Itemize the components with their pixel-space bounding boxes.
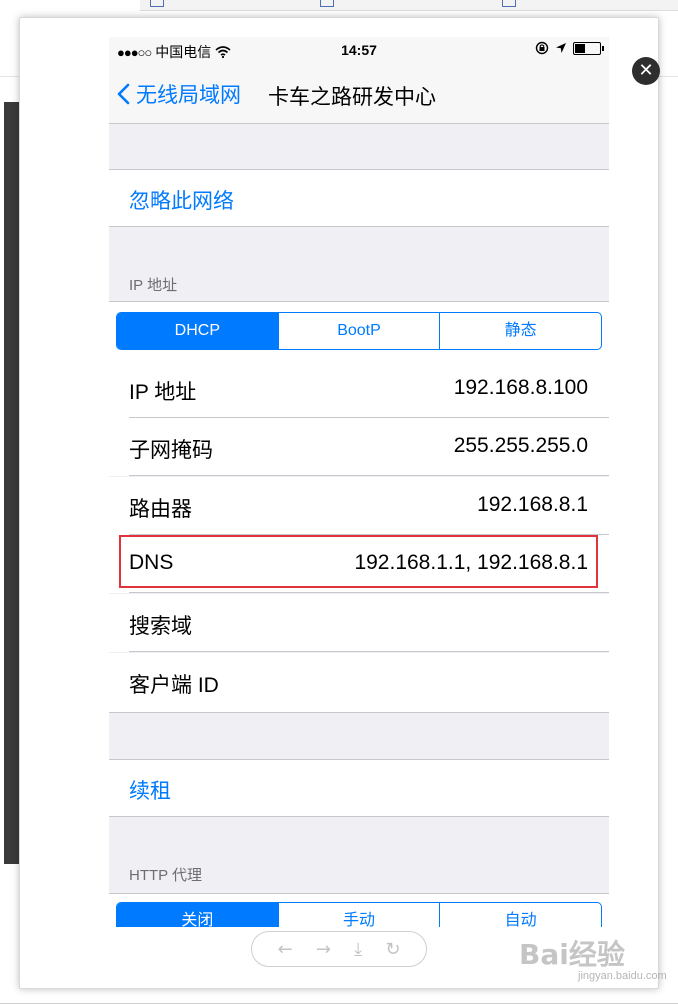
row-value: 192.168.8.100 — [453, 376, 588, 399]
phone-screenshot: ●●●○○ 中国电信 14:57 无线局域网 卡车之路研发中心 忽略此网络 IP… — [109, 37, 609, 927]
row-divider — [129, 651, 609, 652]
row-label: 子网掩码 — [129, 439, 213, 462]
segment-static[interactable]: 静态 — [439, 313, 601, 349]
dns-highlight-box — [119, 535, 598, 588]
forget-network-button[interactable]: 忽略此网络 — [129, 185, 234, 215]
row-ip-address: IP 地址 192.168.8.100 — [109, 360, 609, 418]
back-label: 无线局域网 — [136, 84, 241, 107]
row-router: 路由器 192.168.8.1 — [109, 477, 609, 535]
watermark-url: jingyan.baidu.com — [578, 970, 667, 982]
renew-lease-cell[interactable]: 续租 — [109, 759, 609, 817]
row-label: 路由器 — [129, 498, 192, 521]
chevron-left-icon — [117, 83, 130, 105]
row-client-id[interactable]: 客户端 ID — [109, 653, 609, 713]
page-title: 卡车之路研发中心 — [268, 86, 436, 109]
rotation-lock-icon — [535, 41, 549, 55]
viewer-toolbar: ← → ⤓ ↻ — [251, 931, 427, 967]
battery-icon — [573, 41, 604, 55]
baidu-watermark: Bai经验 — [519, 938, 625, 971]
status-bar: ●●●○○ 中国电信 14:57 — [109, 37, 609, 65]
http-proxy-header: HTTP 代理 — [129, 867, 203, 884]
segment-manual[interactable]: 手动 — [277, 903, 440, 927]
segment-dhcp[interactable]: DHCP — [117, 313, 278, 349]
background-divider — [0, 1003, 678, 1004]
back-button[interactable]: 无线局域网 — [117, 79, 241, 109]
background-sidebar — [4, 102, 20, 864]
download-icon[interactable]: ⤓ — [354, 939, 362, 960]
segment-off[interactable]: 关闭 — [117, 903, 278, 927]
rotate-icon[interactable]: ↻ — [385, 939, 400, 960]
close-icon: ✕ — [638, 60, 654, 81]
arrow-right-icon[interactable]: → — [316, 939, 331, 960]
close-viewer-button[interactable]: ✕ — [632, 57, 660, 85]
row-label: 客户端 ID — [129, 674, 219, 697]
row-value: 255.255.255.0 — [453, 434, 588, 457]
row-divider — [129, 475, 609, 476]
ip-section-header: IP 地址 — [129, 277, 178, 294]
segment-bootp[interactable]: BootP — [277, 313, 440, 349]
segment-auto[interactable]: 自动 — [439, 903, 601, 927]
location-icon — [556, 43, 566, 53]
row-label: 搜索域 — [129, 615, 192, 638]
image-viewer: ✕ ●●●○○ 中国电信 14:57 无线局域网 卡车之路研发中心 忽略此网络 … — [19, 17, 660, 989]
row-subnet-mask: 子网掩码 255.255.255.0 — [109, 418, 609, 476]
background-tab-strip — [140, 0, 678, 11]
forget-network-cell[interactable]: 忽略此网络 — [109, 169, 609, 227]
renew-lease-button[interactable]: 续租 — [129, 775, 171, 805]
row-divider — [129, 592, 609, 593]
row-value: 192.168.8.1 — [477, 493, 588, 516]
ip-mode-segmented-control[interactable]: DHCP BootP 静态 — [116, 312, 602, 350]
status-time: 14:57 — [341, 42, 377, 58]
row-label: IP 地址 — [129, 381, 197, 404]
navigation-bar: 无线局域网 卡车之路研发中心 — [109, 65, 609, 124]
proxy-mode-segmented-control[interactable]: 关闭 手动 自动 — [116, 902, 602, 927]
arrow-left-icon[interactable]: ← — [278, 939, 293, 960]
row-search-domains[interactable]: 搜索域 — [109, 594, 609, 652]
